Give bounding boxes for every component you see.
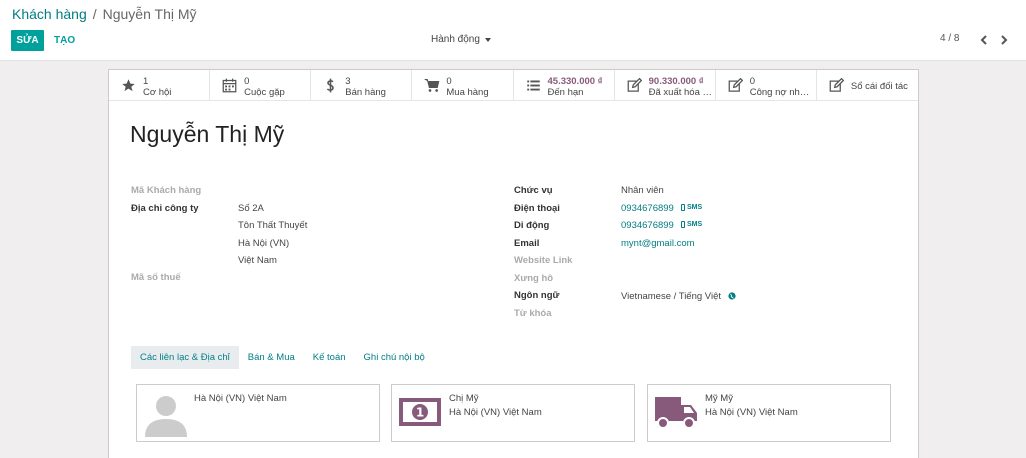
- phone-sms-button[interactable]: SMS: [681, 204, 702, 211]
- pager-previous-button[interactable]: [978, 33, 990, 47]
- phone-label: Điện thoại: [514, 203, 560, 214]
- language-label: Ngôn ngữ: [514, 290, 560, 301]
- star-icon: [122, 79, 135, 92]
- smart-button-partner-ledger[interactable]: Sổ cái đối tác: [817, 70, 918, 101]
- email-label: Email: [514, 238, 540, 249]
- smart-button-purchases[interactable]: 0 Mua hàng: [412, 70, 514, 101]
- smart-button-value: 0: [244, 76, 250, 87]
- partner-name: Nguyễn Thị Mỹ: [130, 121, 285, 147]
- mobile-label: Di động: [514, 220, 550, 231]
- smart-button-label: Công nợ nhà cung cấp: [749, 87, 814, 98]
- edit-icon: [829, 78, 844, 92]
- smart-button-box: 1 Cơ hội 0 Cuộc gặp 3 Bán hàng 0 Mua hàn…: [109, 70, 918, 101]
- address-line-street: Số 2A: [238, 203, 264, 214]
- smart-button-sales[interactable]: 3 Bán hàng: [311, 70, 413, 101]
- smart-button-value: 0: [749, 76, 756, 87]
- smart-button-value: 1: [143, 76, 149, 87]
- smart-button-due[interactable]: 45.330.000 ₫ Đến hạn: [514, 70, 615, 101]
- tab-sales-purchase[interactable]: Bán & Mua: [239, 346, 304, 369]
- smart-button-label: Cơ hội: [143, 87, 172, 98]
- address-line-street2: Tôn Thất Thuyết: [238, 220, 308, 231]
- address-line-city: Hà Nội (VN): [238, 238, 290, 249]
- action-dropdown-label: Hành động: [431, 34, 480, 45]
- tab-contacts-addresses[interactable]: Các liên lạc & Địa chỉ: [131, 346, 239, 369]
- smart-button-label: Đã xuất hóa đơn: [648, 87, 713, 98]
- mobile-icon: [681, 221, 685, 228]
- website-label: Website Link: [514, 255, 573, 266]
- create-button[interactable]: TẠO: [49, 30, 80, 51]
- address-line-country: Việt Nam: [238, 255, 277, 266]
- ref-label: Mã Khách hàng: [131, 185, 202, 196]
- avatar-placeholder-icon: [145, 396, 187, 437]
- smart-button-invoiced[interactable]: 90.330.000 ₫ Đã xuất hóa đơn: [615, 70, 716, 101]
- smart-button-label: Sổ cái đối tác: [850, 81, 908, 92]
- contact-card[interactable]: 1 Chị Mỹ Hà Nội (VN) Việt Nam: [391, 384, 635, 442]
- edit-icon: [728, 78, 743, 92]
- smart-button-meetings[interactable]: 0 Cuộc gặp: [210, 70, 312, 101]
- smart-button-label: Bán hàng: [345, 87, 386, 98]
- pager-next-button[interactable]: [998, 33, 1010, 47]
- delivery-truck-icon: [655, 397, 697, 429]
- contact-address: Hà Nội (VN) Việt Nam: [194, 393, 287, 404]
- smart-button-value: 45.330.000 ₫: [547, 76, 603, 87]
- address-label: Địa chỉ công ty: [131, 203, 199, 214]
- smart-button-opportunities[interactable]: 1 Cơ hội: [109, 70, 211, 101]
- globe-icon[interactable]: [728, 292, 736, 300]
- tags-label: Từ khóa: [514, 308, 552, 319]
- breadcrumb-current: Nguyễn Thị Mỹ: [102, 6, 197, 22]
- contact-address: Hà Nội (VN) Việt Nam: [449, 407, 542, 418]
- calendar-icon: [222, 78, 237, 93]
- smart-button-label: Đến hạn: [547, 87, 584, 98]
- svg-text:1: 1: [416, 406, 424, 420]
- contact-name: Mỹ Mỹ: [705, 393, 733, 404]
- smart-button-value: 3: [345, 76, 351, 87]
- smart-button-value: 0: [446, 76, 452, 87]
- invoice-money-icon: 1: [399, 398, 441, 426]
- phone-link[interactable]: 0934676899: [621, 203, 674, 214]
- caret-down-icon: [484, 37, 491, 42]
- list-icon: [526, 80, 540, 91]
- mobile-link[interactable]: 0934676899: [621, 220, 674, 231]
- breadcrumb-customers-link[interactable]: Khách hàng: [12, 6, 87, 22]
- contact-card[interactable]: Mỹ Mỹ Hà Nội (VN) Việt Nam: [647, 384, 891, 442]
- form-sheet: 1 Cơ hội 0 Cuộc gặp 3 Bán hàng 0 Mua hàn…: [108, 69, 919, 458]
- sms-label: SMS: [687, 204, 703, 211]
- breadcrumb: Khách hàng / Nguyễn Thị Mỹ: [12, 6, 197, 22]
- smart-button-label: Mua hàng: [446, 87, 489, 98]
- breadcrumb-separator: /: [92, 6, 97, 22]
- contact-card[interactable]: Hà Nội (VN) Việt Nam: [136, 384, 380, 442]
- smart-button-label: Cuộc gặp: [244, 87, 285, 98]
- mobile-icon: [681, 204, 685, 211]
- mobile-sms-button[interactable]: SMS: [681, 221, 702, 228]
- action-dropdown[interactable]: Hành động: [431, 34, 491, 45]
- control-panel: Khách hàng / Nguyễn Thị Mỹ SỬA TẠO Hành …: [0, 0, 1026, 61]
- tab-accounting[interactable]: Kế toán: [304, 346, 355, 369]
- email-link[interactable]: mynt@gmail.com: [621, 238, 695, 249]
- sms-label: SMS: [687, 221, 703, 228]
- pager-value[interactable]: 4 / 8: [940, 33, 959, 44]
- title-label: Xưng hô: [514, 273, 554, 284]
- vat-label: Mã số thuế: [131, 272, 181, 283]
- smart-button-value: 90.330.000 ₫: [648, 76, 704, 87]
- edit-button[interactable]: SỬA: [11, 30, 44, 51]
- language-value: Vietnamese / Tiếng Việt: [621, 291, 721, 302]
- dollar-icon: [327, 78, 335, 93]
- tab-internal-notes[interactable]: Ghi chú nội bộ: [355, 346, 434, 369]
- chevron-left-icon: [980, 35, 987, 45]
- function-value: Nhân viên: [621, 185, 664, 196]
- edit-icon: [627, 78, 642, 92]
- smart-button-vendor-bills[interactable]: 0 Công nợ nhà cung cấp: [716, 70, 817, 101]
- contact-name: Chị Mỹ: [449, 393, 479, 404]
- function-label: Chức vụ: [514, 185, 553, 196]
- chevron-right-icon: [1001, 35, 1008, 45]
- cart-icon: [425, 79, 440, 92]
- contact-address: Hà Nội (VN) Việt Nam: [705, 407, 798, 418]
- notebook-tabs: Các liên lạc & Địa chỉ Bán & Mua Kế toán…: [131, 346, 434, 369]
